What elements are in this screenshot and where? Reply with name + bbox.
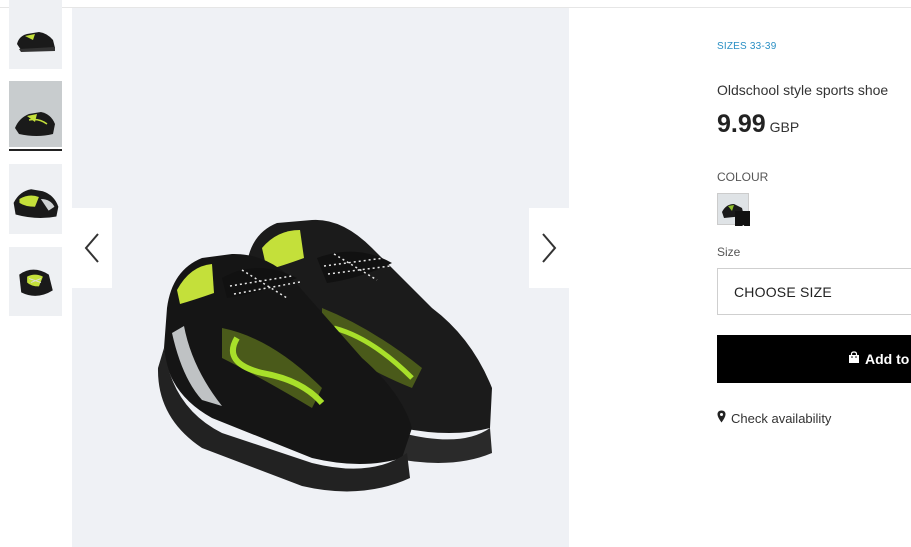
location-pin-icon <box>717 410 726 426</box>
main-product-image <box>72 8 569 547</box>
size-label: Size <box>717 245 741 259</box>
shoe-thumbnail-pair-view-icon <box>15 112 55 136</box>
add-button-label: Add to <box>865 351 910 367</box>
product-price: 9.99 GBP <box>717 110 799 139</box>
selected-check <box>735 211 759 234</box>
thumbnail-3[interactable] <box>9 164 62 234</box>
thumbnail-1[interactable] <box>9 0 62 69</box>
price-amount: 9.99 <box>717 110 766 138</box>
product-name: Oldschool style sports shoe <box>717 82 889 98</box>
price-currency: GBP <box>769 119 800 135</box>
sizes-tag: SIZES 33-39 <box>717 41 777 52</box>
shoe-thumbnail-top-view-icon <box>19 269 53 296</box>
previous-image-button[interactable] <box>72 208 112 288</box>
product-info-panel: SIZES 33-39 Oldschool style sports shoe … <box>717 0 911 547</box>
thumbnail-4[interactable] <box>9 247 62 316</box>
shoe-thumbnail-side-view-icon <box>17 32 55 52</box>
check-availability-label: Check availability <box>731 410 832 426</box>
chevron-right-icon <box>542 233 557 263</box>
shopping-bag-icon <box>848 351 860 367</box>
add-to-cart-button[interactable]: Add to <box>717 335 911 383</box>
colour-label: COLOUR <box>717 170 769 184</box>
next-image-button[interactable] <box>529 208 569 288</box>
checkmark-icon <box>741 218 759 234</box>
size-select[interactable]: CHOOSE SIZE <box>717 268 911 315</box>
check-availability-link[interactable]: Check availability <box>717 410 831 426</box>
shoe-pair-image-icon <box>157 219 492 492</box>
colour-swatch[interactable] <box>717 193 759 234</box>
chevron-left-icon <box>84 233 99 263</box>
thumbnail-selected-indicator <box>9 149 62 151</box>
thumbnail-2[interactable] <box>9 81 62 147</box>
shoe-thumbnail-back-view-icon <box>13 189 59 219</box>
